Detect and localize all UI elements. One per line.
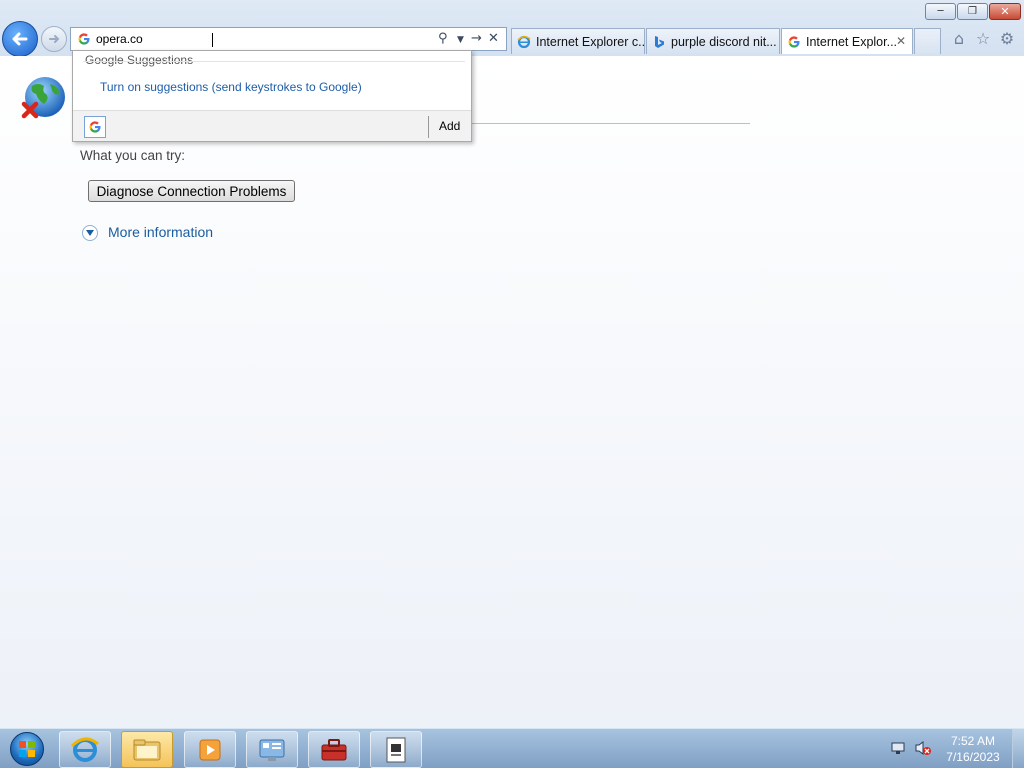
control-panel-icon — [259, 739, 285, 761]
windows-logo-icon — [10, 732, 44, 766]
restore-button[interactable]: ❐ — [957, 3, 988, 20]
ie-icon — [70, 737, 99, 762]
divider — [83, 61, 465, 62]
go-arrow-icon[interactable]: → — [471, 31, 482, 46]
back-button[interactable] — [2, 21, 38, 57]
forward-button[interactable] — [41, 26, 67, 52]
search-provider-bar: Add — [73, 110, 471, 141]
stop-icon[interactable]: ✕ — [488, 31, 499, 46]
browser-chrome: ─ ❐ ✕ ⚲ ▼ → ✕ Internet Explorer c... — [0, 0, 1024, 57]
tab-google-active[interactable]: Internet Explor... ✕ — [781, 28, 913, 54]
text-caret — [212, 33, 213, 47]
taskbar-toolbox[interactable] — [308, 731, 360, 768]
folder-icon — [133, 739, 161, 760]
google-provider-icon[interactable] — [84, 116, 106, 138]
taskbar-media-player[interactable] — [184, 731, 236, 768]
minimize-button[interactable]: ─ — [925, 3, 956, 20]
close-tab-icon[interactable]: ✕ — [896, 34, 906, 48]
taskbar: 7:52 AM 7/16/2023 — [0, 728, 1024, 768]
restore-icon: ❐ — [968, 6, 977, 17]
divider — [428, 116, 429, 138]
home-icon[interactable]: ⌂ — [950, 29, 968, 48]
tab-label: Internet Explorer c... — [536, 34, 645, 49]
close-icon: ✕ — [1000, 5, 1010, 18]
diagnose-connection-button[interactable]: Diagnose Connection Problems — [88, 180, 295, 202]
taskbar-file-explorer[interactable] — [121, 731, 173, 768]
search-suggestions-dropdown: Google Suggestions Turn on suggestions (… — [72, 50, 472, 142]
address-bar[interactable]: ⚲ ▼ → ✕ — [70, 27, 507, 51]
google-icon — [788, 35, 800, 48]
document-icon — [386, 737, 406, 762]
minimize-icon: ─ — [937, 6, 944, 17]
start-button[interactable] — [2, 730, 52, 768]
tab-bing-search[interactable]: purple discord nit... — [646, 28, 780, 54]
suggestions-header: Google Suggestions — [85, 53, 194, 67]
taskbar-document[interactable] — [370, 731, 422, 768]
ie-icon — [517, 35, 531, 48]
add-provider-button[interactable]: Add — [439, 119, 460, 133]
expand-chevron-icon[interactable] — [82, 225, 98, 241]
more-information-link[interactable]: More information — [108, 224, 213, 240]
search-icon[interactable]: ⚲ — [438, 31, 448, 46]
clock-date: 7/16/2023 — [946, 750, 1000, 764]
gear-icon[interactable]: ⚙ — [998, 29, 1016, 48]
tab-label: Internet Explor... — [806, 34, 898, 49]
clock[interactable]: 7:52 AM 7/16/2023 — [928, 733, 1018, 765]
tab-label: purple discord nit... — [671, 34, 777, 49]
dropdown-arrow-icon[interactable]: ▼ — [457, 35, 464, 45]
new-tab-button[interactable] — [914, 28, 941, 54]
turn-on-suggestions-link[interactable]: Turn on suggestions (send keystrokes to … — [100, 80, 362, 94]
forward-arrow-icon — [49, 35, 60, 43]
what-you-can-try-label: What you can try: — [80, 148, 186, 163]
show-desktop-button[interactable] — [1012, 729, 1024, 768]
bing-icon — [655, 35, 664, 48]
close-window-button[interactable]: ✕ — [989, 3, 1021, 20]
toolbox-icon — [321, 738, 347, 760]
media-player-icon — [199, 739, 221, 760]
favorites-star-icon[interactable]: ☆ — [974, 29, 992, 48]
taskbar-control-panel[interactable] — [246, 731, 298, 768]
globe-error-icon — [21, 77, 65, 119]
address-input[interactable] — [96, 30, 426, 48]
back-arrow-icon — [12, 32, 28, 46]
tab-ie-compat[interactable]: Internet Explorer c... — [511, 28, 645, 54]
google-icon — [78, 33, 90, 45]
clock-time: 7:52 AM — [950, 734, 996, 748]
network-icon[interactable] — [890, 740, 906, 760]
taskbar-internet-explorer[interactable] — [59, 731, 111, 768]
